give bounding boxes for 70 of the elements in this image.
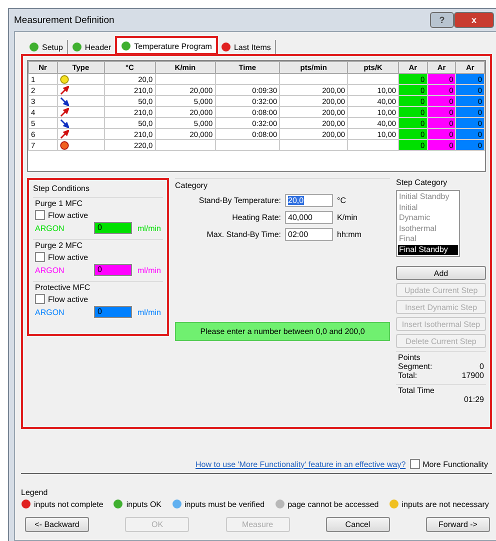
- unit-label: ml/min: [137, 308, 161, 316]
- unit-label: hh:mm: [337, 230, 362, 239]
- points-label: Segment:: [398, 362, 432, 371]
- end-point-icon: [60, 140, 69, 150]
- checkbox-label: Flow active: [48, 294, 88, 304]
- close-button[interactable]: x: [454, 12, 494, 28]
- checkbox[interactable]: [35, 210, 45, 220]
- help-button[interactable]: ?: [430, 12, 454, 28]
- legend-label: inputs are not necessary: [402, 500, 489, 508]
- gas-label: ARGON: [35, 308, 64, 316]
- step-button[interactable]: Add: [396, 266, 486, 280]
- unit-label: °C: [337, 196, 346, 205]
- input-field[interactable]: 02:00: [285, 228, 333, 241]
- field-label: Heating Rate:: [231, 213, 281, 222]
- legend-label: page cannot be accessed: [288, 500, 379, 508]
- field-value: 02:00: [288, 230, 308, 239]
- flow-input[interactable]: 0: [94, 222, 132, 234]
- list-item[interactable]: Initial: [398, 202, 458, 213]
- group-title: Step Category: [396, 178, 448, 187]
- dialog-button[interactable]: <- Backward: [25, 517, 89, 532]
- field-label: Stand-By Temperature:: [198, 196, 281, 205]
- points-label: Total:: [398, 371, 418, 380]
- list-item[interactable]: Dynamic: [398, 213, 458, 224]
- unit-label: K/min: [337, 213, 358, 222]
- checkbox-label: More Functionality: [422, 460, 488, 468]
- checkbox-label: Flow active: [48, 252, 88, 262]
- legend-title: Legend: [21, 488, 49, 497]
- input-field[interactable]: 20,0: [285, 194, 333, 207]
- arrow-down-icon: [60, 96, 69, 106]
- group-title: Protective MFC: [35, 283, 92, 292]
- gas-label: ARGON: [35, 266, 64, 274]
- dialog-button[interactable]: Forward ->: [426, 517, 490, 532]
- list-item[interactable]: Initial Standby: [398, 192, 458, 202]
- field-label: Max. Stand-By Time:: [206, 230, 281, 239]
- group-title: Purge 1 MFC: [35, 199, 84, 208]
- checkbox[interactable]: [35, 252, 45, 262]
- flow-input[interactable]: 0: [94, 306, 132, 318]
- flow-input[interactable]: 0: [94, 264, 132, 276]
- group-title: Category: [175, 181, 208, 190]
- points-value: 17900: [462, 371, 484, 380]
- input-field[interactable]: 40,000: [285, 211, 333, 224]
- arrow-up-icon: [60, 108, 69, 116]
- arrow-up-icon: [60, 86, 69, 94]
- group-title: Purge 2 MFC: [35, 241, 84, 250]
- arrow-up-icon: [60, 130, 69, 138]
- checkbox[interactable]: [35, 294, 45, 304]
- list-item[interactable]: Final Standby: [398, 244, 458, 255]
- points-value: 0: [480, 362, 484, 371]
- list-item[interactable]: Final: [398, 234, 458, 244]
- checkbox-label: Flow active: [48, 210, 88, 220]
- gas-label: ARGON: [35, 224, 64, 232]
- group-title: Points: [398, 353, 420, 362]
- start-point-icon: [60, 74, 69, 84]
- help-link[interactable]: How to use 'More Functionality' feature in an effective way?: [196, 460, 406, 468]
- dialog-button[interactable]: Cancel: [326, 517, 390, 532]
- unit-label: ml/min: [137, 224, 161, 232]
- arrow-down-icon: [60, 118, 69, 128]
- total-time-value: 01:29: [462, 395, 484, 404]
- group-title: Step Conditions: [33, 184, 90, 193]
- hint-message: Please enter a number between 0,0 and 200,0: [175, 322, 390, 341]
- legend-label: inputs not complete: [34, 500, 104, 508]
- tab[interactable]: Temperature Program: [116, 37, 217, 54]
- group-title: Total Time: [398, 386, 434, 395]
- field-value: 40,000: [288, 213, 312, 222]
- window-title: Measurement Definition: [14, 14, 116, 26]
- checkbox[interactable]: [410, 459, 420, 469]
- list-item[interactable]: Isothermal: [398, 224, 458, 234]
- legend-label: inputs must be verified: [184, 500, 265, 508]
- unit-label: ml/min: [137, 266, 161, 274]
- legend-label: inputs OK: [126, 500, 162, 508]
